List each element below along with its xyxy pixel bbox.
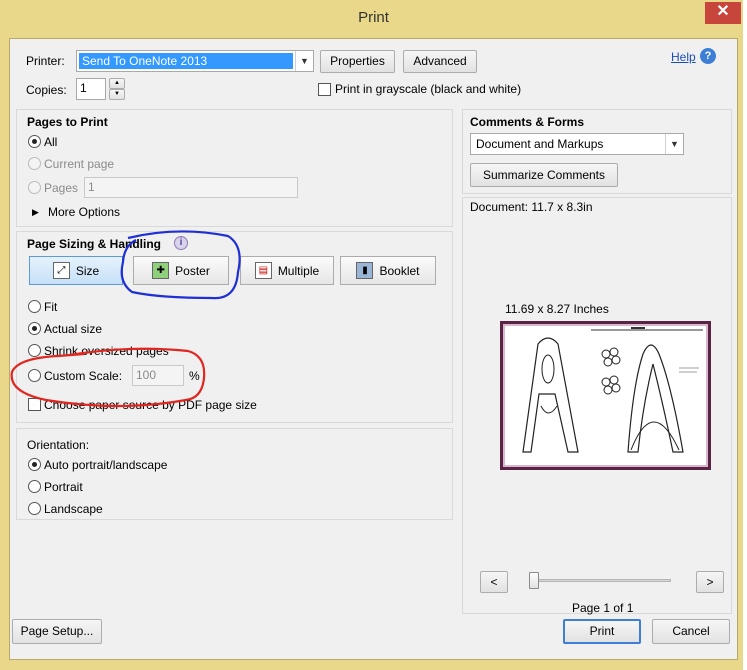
all-pages-radio[interactable] — [28, 135, 41, 148]
pages-to-print-heading: Pages to Print — [27, 115, 108, 129]
chevron-down-icon: ▼ — [295, 51, 313, 71]
pages-range-label: Pages — [44, 181, 79, 195]
fit-radio[interactable] — [28, 300, 41, 313]
landscape-radio[interactable] — [28, 502, 41, 515]
window-title: Print — [358, 9, 389, 26]
expand-triangle-icon[interactable]: ▶ — [32, 205, 39, 219]
portrait-label: Portrait — [44, 480, 83, 494]
tab-booklet-label: Booklet — [379, 263, 420, 278]
page-indicator: Page 1 of 1 — [572, 601, 634, 615]
shrink-label: Shrink oversized pages — [44, 344, 169, 358]
poster-icon: ✚ — [152, 262, 170, 279]
page-setup-button[interactable]: Page Setup... — [12, 619, 102, 644]
copies-up-button[interactable]: ▲ — [109, 78, 125, 89]
orientation-heading: Orientation: — [27, 438, 90, 452]
advanced-button[interactable]: Advanced — [403, 50, 477, 73]
close-button[interactable]: ✕ — [705, 2, 741, 24]
auto-orientation-label: Auto portrait/landscape — [44, 458, 168, 472]
size-icon: ⤢ — [52, 262, 70, 279]
copies-label: Copies: — [26, 83, 67, 97]
page-sizing-heading: Page Sizing & Handling — [27, 237, 162, 251]
grayscale-checkbox[interactable] — [318, 83, 331, 96]
dialog-body: Printer: Send To OneNote 2013 ▼ Properti… — [9, 38, 738, 660]
preview-panel: Document: 11.7 x 8.3in 11.69 x 8.27 Inch… — [462, 197, 732, 615]
pages-range-radio[interactable] — [28, 181, 41, 194]
tab-poster[interactable]: ✚ Poster — [133, 256, 229, 285]
pages-range-input[interactable]: 1 — [84, 177, 298, 198]
comments-panel: Comments & Forms Document and Markups ▼ … — [462, 109, 732, 194]
printer-select-value: Send To OneNote 2013 — [79, 53, 293, 69]
tab-booklet[interactable]: ▮ Booklet — [340, 256, 436, 285]
booklet-icon: ▮ — [356, 262, 374, 279]
copies-input[interactable]: 1 — [76, 78, 106, 100]
custom-scale-radio[interactable] — [28, 369, 41, 382]
paper-size-label: 11.69 x 8.27 Inches — [505, 302, 609, 316]
paper-source-checkbox[interactable] — [28, 398, 41, 411]
multiple-icon: ▤ — [254, 262, 272, 279]
comments-heading: Comments & Forms — [470, 115, 585, 129]
more-options-toggle[interactable]: More Options — [48, 205, 120, 219]
tab-multiple[interactable]: ▤ Multiple — [240, 256, 334, 285]
page-sizing-panel: Page Sizing & Handling i ⤢ Size ✚ Poster… — [16, 231, 453, 423]
summarize-comments-button[interactable]: Summarize Comments — [470, 163, 618, 187]
actual-size-label: Actual size — [44, 322, 103, 336]
custom-scale-label: Custom Scale: — [44, 369, 123, 383]
preview-slider-thumb[interactable] — [529, 572, 539, 589]
previous-page-button[interactable]: < — [480, 571, 508, 593]
comments-select-value: Document and Markups — [476, 137, 604, 151]
percent-label: % — [189, 369, 200, 383]
next-page-button[interactable]: > — [696, 571, 724, 593]
print-button[interactable]: Print — [563, 619, 641, 644]
printer-select[interactable]: Send To OneNote 2013 ▼ — [76, 50, 314, 72]
preview-slider-track[interactable] — [529, 579, 671, 582]
current-page-label: Current page — [44, 157, 115, 171]
auto-orientation-radio[interactable] — [28, 458, 41, 471]
tab-poster-label: Poster — [175, 263, 210, 278]
all-pages-label: All — [44, 135, 58, 149]
grayscale-label: Print in grayscale (black and white) — [335, 82, 522, 96]
printer-label: Printer: — [26, 54, 65, 68]
landscape-label: Landscape — [44, 502, 103, 516]
preview-page-drawing — [522, 327, 703, 453]
portrait-radio[interactable] — [28, 480, 41, 493]
cancel-button[interactable]: Cancel — [652, 619, 730, 644]
orientation-panel: Orientation: Auto portrait/landscape Por… — [16, 428, 453, 520]
comments-select[interactable]: Document and Markups ▼ — [470, 133, 684, 155]
help-icon[interactable]: ? — [700, 48, 716, 64]
tab-size[interactable]: ⤢ Size — [29, 256, 123, 285]
fit-label: Fit — [44, 300, 58, 314]
info-icon[interactable]: i — [174, 236, 188, 250]
preview-page — [500, 321, 711, 470]
paper-source-label: Choose paper source by PDF page size — [44, 398, 257, 412]
chevron-down-icon: ▼ — [665, 134, 683, 154]
shrink-radio[interactable] — [28, 344, 41, 357]
help-link[interactable]: Help — [671, 50, 696, 64]
custom-scale-input[interactable]: 100 — [132, 365, 184, 386]
properties-button[interactable]: Properties — [320, 50, 395, 73]
pages-to-print-panel: Pages to Print All Current page Pages 1 … — [16, 109, 453, 227]
document-size-label: Document: 11.7 x 8.3in — [470, 200, 593, 214]
tab-size-label: Size — [75, 263, 100, 278]
background-strip — [743, 0, 747, 670]
actual-size-radio[interactable] — [28, 322, 41, 335]
current-page-radio[interactable] — [28, 157, 41, 170]
tab-multiple-label: Multiple — [277, 263, 320, 278]
copies-down-button[interactable]: ▼ — [109, 89, 125, 100]
